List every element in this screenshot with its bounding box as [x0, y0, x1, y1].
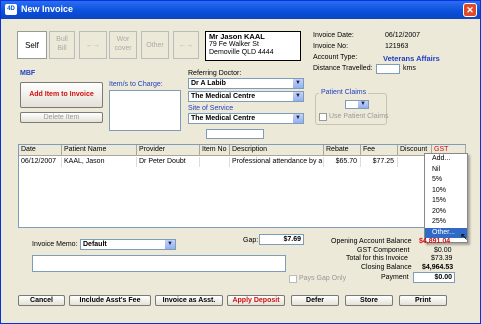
gst-option-20[interactable]: 20%: [425, 207, 467, 218]
cell-provider: Dr Peter Doubt: [137, 157, 200, 167]
tab-self[interactable]: Self: [17, 31, 47, 59]
cell-date: 06/12/2007: [19, 157, 62, 167]
referring-centre-value: The Medical Centre: [191, 93, 256, 100]
referring-doctor-select[interactable]: Dr A Labib ▼: [188, 78, 304, 89]
items-to-charge-label: Item/s to Charge:: [109, 81, 163, 88]
closing-balance-label: Closing Balance: [361, 264, 412, 271]
gst-component-label: GST Component: [357, 247, 410, 254]
tab-bulk-bill[interactable]: Bull Bill: [49, 31, 75, 59]
gst-option-5[interactable]: 5%: [425, 175, 467, 186]
col-header-patient[interactable]: Patient Name: [62, 145, 137, 156]
chevron-down-icon[interactable]: ▼: [293, 92, 303, 101]
items-to-charge-list[interactable]: [109, 90, 181, 131]
invoice-no-label: Invoice No:: [313, 43, 349, 50]
apply-deposit-button[interactable]: Apply Deposit: [227, 295, 285, 306]
invoice-memo-value: Default: [83, 241, 107, 248]
cell-fee: $77.25: [361, 157, 398, 167]
account-type-value: Veterans Affairs: [383, 54, 440, 63]
col-header-description[interactable]: Description: [230, 145, 324, 156]
account-type-label: Account Type:: [313, 54, 358, 61]
payment-label: Payment: [381, 274, 409, 281]
col-header-item-no[interactable]: Item No: [200, 145, 230, 156]
add-item-button[interactable]: Add Item to Invoice: [20, 82, 103, 108]
cell-item-no: [200, 157, 230, 167]
cell-description: Professional attendance by a s: [232, 157, 324, 167]
referring-centre-select[interactable]: The Medical Centre ▼: [188, 91, 304, 102]
distance-label: Distance Travelled:: [313, 65, 373, 72]
col-header-fee[interactable]: Fee: [361, 145, 398, 156]
patient-address-line2: Demoville QLD 4444: [209, 49, 274, 56]
col-header-date[interactable]: Date: [19, 145, 62, 156]
use-patient-claims-checkbox[interactable]: [319, 113, 327, 121]
invoice-no-value: 121963: [385, 43, 409, 50]
patient-claims-select[interactable]: ▼: [345, 100, 369, 109]
col-header-provider[interactable]: Provider: [137, 145, 200, 156]
patient-name: Mr Jason KAAL: [209, 32, 265, 41]
chevron-down-icon[interactable]: ▼: [165, 240, 175, 249]
invoice-date-value: 06/12/2007: [385, 32, 421, 39]
site-of-service-select[interactable]: The Medical Centre ▼: [188, 113, 304, 124]
tab-other[interactable]: Other: [141, 31, 169, 59]
invoice-memo-textarea[interactable]: [32, 255, 286, 272]
title-bar[interactable]: 4D New Invoice ✕: [1, 1, 480, 19]
mouse-cursor-icon: ↖: [460, 232, 469, 243]
pays-gap-only-label: Pays Gap Only: [299, 275, 347, 282]
invoice-total-label: Total for this Invoice: [346, 255, 408, 262]
invoice-items-table[interactable]: Date Patient Name Provider Item No Descr…: [18, 144, 466, 228]
invoice-memo-label: Invoice Memo:: [32, 241, 78, 248]
print-button[interactable]: Print: [399, 295, 447, 306]
referring-doctor-label: Referring Doctor:: [188, 70, 242, 77]
invoice-memo-select[interactable]: Default ▼: [80, 239, 176, 250]
invoice-as-assistant-button[interactable]: Invoice as Asst.: [155, 295, 223, 306]
gst-option-15[interactable]: 15%: [425, 196, 467, 207]
gst-component-value: $0.00: [434, 247, 452, 254]
site-of-service-label: Site of Service: [188, 105, 234, 112]
tab-arrows-2[interactable]: ←→: [173, 31, 199, 59]
opening-balance-value: $4,891.04: [419, 238, 451, 245]
tab-arrows-1[interactable]: ←→: [79, 31, 107, 59]
gst-option-nil[interactable]: Nil: [425, 165, 467, 176]
gst-dropdown-menu[interactable]: Add... Nil 5% 10% 15% 20% 25% Other...: [424, 153, 468, 243]
distance-unit: kms: [403, 65, 416, 72]
chevron-down-icon[interactable]: ▼: [293, 114, 303, 123]
gap-value: $7.69: [259, 234, 304, 245]
gap-label: Gap:: [243, 237, 259, 244]
patient-address-box: Mr Jason KAAL 79 Fe Walker St Demoville …: [205, 31, 301, 61]
cell-patient: KAAL, Jason: [62, 157, 137, 167]
tab-workcover[interactable]: Wor cover: [109, 31, 137, 59]
cancel-button[interactable]: Cancel: [18, 295, 65, 306]
distance-input[interactable]: [376, 64, 400, 74]
delete-item-button[interactable]: Delete Item: [20, 112, 103, 123]
chevron-down-icon[interactable]: ▼: [293, 79, 303, 88]
invoice-date-label: Invoice Date:: [313, 32, 354, 39]
include-assistant-fee-button[interactable]: Include Asst's Fee: [69, 295, 151, 306]
closing-balance-value: $4,964.53: [422, 264, 454, 271]
gst-option-add[interactable]: Add...: [425, 154, 467, 165]
use-patient-claims-label: Use Patient Claims: [329, 113, 389, 120]
pays-gap-only-checkbox[interactable]: [289, 275, 297, 283]
new-invoice-window: 4D New Invoice ✕ Self Bull Bill ←→ Wor c…: [0, 0, 481, 324]
site-of-service-value: The Medical Centre: [191, 115, 256, 122]
patient-claims-label: Patient Claims: [319, 89, 369, 96]
col-header-rebate[interactable]: Rebate: [324, 145, 361, 156]
window-title: New Invoice: [21, 4, 74, 14]
cell-rebate: $65.70: [324, 157, 361, 167]
payment-input[interactable]: $0.00: [413, 272, 455, 283]
site-extra-input[interactable]: [206, 129, 264, 139]
referring-doctor-value: Dr A Labib: [191, 80, 226, 87]
store-button[interactable]: Store: [345, 295, 393, 306]
gst-option-10[interactable]: 10%: [425, 186, 467, 197]
close-icon[interactable]: ✕: [463, 3, 477, 17]
opening-balance-label: Opening Account Balance: [331, 238, 412, 245]
invoice-total-value: $73.39: [431, 255, 453, 262]
app-icon: 4D: [5, 4, 17, 15]
patient-address-line1: 79 Fe Walker St: [209, 41, 259, 48]
mbf-label: MBF: [20, 70, 36, 77]
gst-option-25[interactable]: 25%: [425, 217, 467, 228]
defer-button[interactable]: Defer: [291, 295, 339, 306]
chevron-down-icon[interactable]: ▼: [358, 101, 368, 108]
